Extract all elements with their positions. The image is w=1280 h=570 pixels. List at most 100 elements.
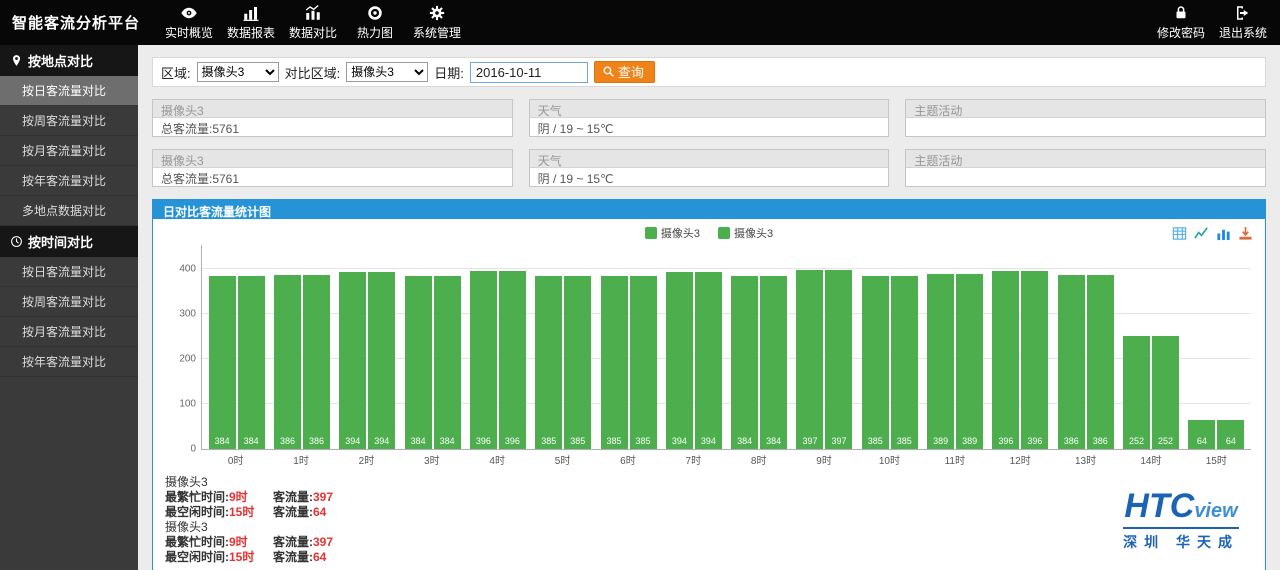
bar-series-2[interactable]: 386 — [1087, 275, 1114, 449]
bar-series-1[interactable]: 384 — [731, 276, 758, 449]
sidebar-item-daily-by-time[interactable]: 按日客流量对比 — [0, 257, 138, 287]
bar-series-1[interactable]: 385 — [535, 276, 562, 449]
bar-group: 394394 — [335, 272, 400, 449]
bar-series-1[interactable]: 252 — [1123, 336, 1150, 449]
date-label: 日期: — [434, 63, 464, 82]
bar-series-2[interactable]: 394 — [695, 272, 722, 449]
y-axis-tick-label: 100 — [179, 399, 196, 410]
bar-series-2[interactable]: 385 — [564, 276, 591, 449]
bar-group: 394394 — [661, 272, 726, 449]
region-select[interactable]: 摄像头3 — [197, 62, 279, 82]
bar-value-label: 384 — [434, 436, 461, 446]
nav-item-data-report[interactable]: 数据报表 — [220, 0, 282, 45]
bar-series-1[interactable]: 386 — [1058, 275, 1085, 449]
data-view-icon[interactable] — [1172, 226, 1187, 241]
region-label: 区域: — [161, 63, 191, 82]
idle-flow-value: 64 — [313, 505, 326, 519]
bar-group: 389389 — [922, 274, 987, 449]
bar-series-1[interactable]: 384 — [209, 276, 236, 449]
bar-chart-icon[interactable] — [1216, 226, 1231, 241]
bar-series-1[interactable]: 386 — [274, 275, 301, 449]
sidebar-item-yearly-by-time[interactable]: 按年客流量对比 — [0, 347, 138, 377]
sidebar-section-title: 按地点对比 — [28, 51, 93, 70]
bar-value-label: 396 — [499, 436, 526, 446]
idle-time-value: 15时 — [229, 505, 259, 520]
summary-idle-line: 最空闲时间:15时客流量:64 — [165, 550, 333, 565]
bar-series-2[interactable]: 384 — [434, 276, 461, 449]
nav-item-data-compare[interactable]: 数据对比 — [282, 0, 344, 45]
bar-series-1[interactable]: 64 — [1188, 420, 1215, 449]
bar-series-1[interactable]: 396 — [992, 271, 1019, 449]
nav-item-logout[interactable]: 退出系统 — [1212, 0, 1274, 45]
compare-region-select[interactable]: 摄像头3 — [346, 62, 428, 82]
bar-group: 385385 — [596, 276, 661, 449]
bar-value-label: 397 — [796, 436, 823, 446]
x-axis-tick-label: 10时 — [857, 452, 922, 467]
bar-series-2[interactable]: 394 — [368, 272, 395, 449]
nav-label: 系统管理 — [413, 24, 461, 41]
save-image-icon[interactable] — [1238, 226, 1253, 241]
bar-series-2[interactable]: 396 — [499, 271, 526, 449]
bar-series-1[interactable]: 397 — [796, 270, 823, 449]
bar-value-label: 252 — [1152, 436, 1179, 446]
x-axis-tick-label: 1时 — [268, 452, 333, 467]
logo-view: view — [1194, 500, 1237, 522]
nav-item-system-admin[interactable]: 系统管理 — [406, 0, 468, 45]
bar-group: 396396 — [988, 271, 1053, 449]
bar-series-1[interactable]: 396 — [470, 271, 497, 449]
sidebar-item-monthly-by-location[interactable]: 按月客流量对比 — [0, 136, 138, 166]
bar-series-2[interactable]: 252 — [1152, 336, 1179, 449]
x-axis-tick-label: 15时 — [1184, 452, 1249, 467]
bar-value-label: 394 — [339, 436, 366, 446]
bar-value-label: 384 — [405, 436, 432, 446]
bar-series-1[interactable]: 394 — [339, 272, 366, 449]
bar-value-label: 386 — [303, 436, 330, 446]
bar-value-label: 394 — [666, 436, 693, 446]
legend-item-series-2[interactable]: 摄像头3 — [718, 225, 773, 241]
bar-series-2[interactable]: 396 — [1021, 271, 1048, 449]
sidebar-item-monthly-by-time[interactable]: 按月客流量对比 — [0, 317, 138, 347]
bar-value-label: 386 — [274, 436, 301, 446]
bar-series-2[interactable]: 385 — [891, 276, 918, 449]
bar-series-2[interactable]: 384 — [760, 276, 787, 449]
sidebar-item-yearly-by-location[interactable]: 按年客流量对比 — [0, 166, 138, 196]
bar-series-1[interactable]: 385 — [862, 276, 889, 449]
bar-series-1[interactable]: 385 — [601, 276, 628, 449]
summary-camera-name: 摄像头3 — [165, 475, 333, 490]
bar-value-label: 385 — [891, 436, 918, 446]
bar-value-label: 394 — [695, 436, 722, 446]
location-pin-icon — [10, 54, 23, 67]
bar-value-label: 389 — [927, 436, 954, 446]
nav-item-realtime-overview[interactable]: 实时概览 — [158, 0, 220, 45]
bar-series-2[interactable]: 64 — [1217, 420, 1244, 449]
bar-value-label: 385 — [535, 436, 562, 446]
sidebar-item-multi-location[interactable]: 多地点数据对比 — [0, 196, 138, 226]
bar-series-1[interactable]: 394 — [666, 272, 693, 449]
bar-value-label: 384 — [760, 436, 787, 446]
bar-group: 252252 — [1118, 336, 1183, 449]
line-chart-icon[interactable] — [1194, 226, 1209, 241]
date-input[interactable] — [470, 62, 588, 83]
bar-series-2[interactable]: 397 — [825, 270, 852, 449]
weather-card: 天气 阴 / 19 ~ 15℃ — [529, 149, 890, 187]
bar-series-2[interactable]: 389 — [956, 274, 983, 449]
bar-series-1[interactable]: 389 — [927, 274, 954, 449]
query-button[interactable]: 查询 — [594, 61, 655, 83]
bar-group: 385385 — [531, 276, 596, 449]
sidebar-item-weekly-by-location[interactable]: 按周客流量对比 — [0, 106, 138, 136]
logout-icon — [1234, 4, 1252, 22]
sidebar-item-weekly-by-time[interactable]: 按周客流量对比 — [0, 287, 138, 317]
bar-series-2[interactable]: 384 — [238, 276, 265, 449]
sidebar-item-daily-by-location[interactable]: 按日客流量对比 — [0, 76, 138, 106]
nav-item-change-password[interactable]: 修改密码 — [1150, 0, 1212, 45]
bar-series-1[interactable]: 384 — [405, 276, 432, 449]
nav-item-heatmap[interactable]: 热力图 — [344, 0, 406, 45]
bar-series-2[interactable]: 385 — [630, 276, 657, 449]
bar-series-2[interactable]: 386 — [303, 275, 330, 449]
busy-flow-label: 客流量: — [273, 535, 313, 549]
bar-value-label: 385 — [564, 436, 591, 446]
card-value: 阴 / 19 ~ 15℃ — [530, 118, 889, 136]
idle-time-label: 最空闲时间: — [165, 550, 229, 564]
legend-item-series-1[interactable]: 摄像头3 — [645, 225, 700, 241]
bar-value-label: 397 — [825, 436, 852, 446]
